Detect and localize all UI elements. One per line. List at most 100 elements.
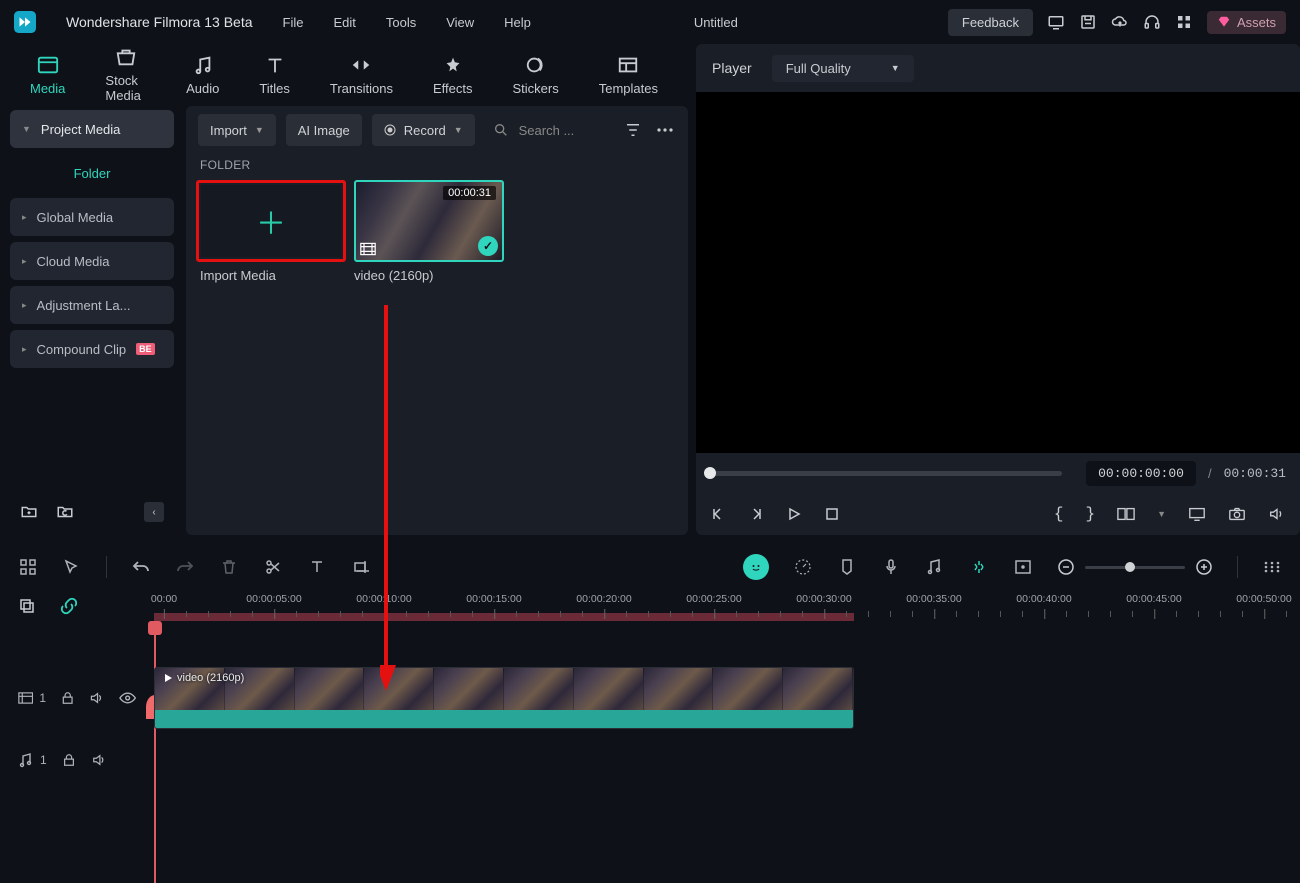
timeline-ruler[interactable]: 00:0000:00:05:0000:00:10:0000:00:15:0000… [154, 589, 1300, 623]
ai-face-icon[interactable] [743, 554, 769, 580]
sidebar-global-media[interactable]: ▸ Global Media [10, 198, 174, 236]
link-icon[interactable] [60, 597, 78, 615]
play-button[interactable] [786, 506, 802, 522]
timeline-tracks[interactable]: 00:0000:00:05:0000:00:10:0000:00:15:0000… [154, 589, 1300, 791]
sidebar-cloud-media[interactable]: ▸ Cloud Media [10, 242, 174, 280]
layout-icon[interactable] [18, 557, 38, 577]
more-icon[interactable] [654, 119, 676, 141]
sidebar-adjustment-layer[interactable]: ▸ Adjustment La... [10, 286, 174, 324]
stop-button[interactable] [824, 506, 840, 522]
import-label: Import [210, 123, 247, 138]
zoom-control [1057, 558, 1213, 576]
cursor-select-icon[interactable] [62, 557, 82, 577]
display-icon[interactable] [1188, 506, 1206, 522]
stickers-icon [525, 55, 547, 75]
sidebar-compound-clip[interactable]: ▸ Compound Clip BE [10, 330, 174, 368]
tab-titles[interactable]: Titles [259, 55, 290, 96]
cloud-upload-icon[interactable] [1111, 13, 1129, 31]
chevron-down-icon[interactable]: ▼ [1157, 509, 1166, 519]
preview-canvas[interactable] [696, 92, 1300, 453]
filter-icon[interactable] [622, 119, 644, 141]
headphones-icon[interactable] [1143, 13, 1161, 31]
preview-scrubber: 00:00:00:00 / 00:00:31 [696, 453, 1300, 493]
media-search[interactable]: Search ... [485, 122, 612, 138]
visibility-icon[interactable] [119, 692, 136, 704]
tab-effects[interactable]: Effects [433, 55, 473, 96]
lock-icon[interactable] [60, 691, 75, 705]
import-media-tile[interactable]: ＋ Import Media [196, 180, 346, 283]
tab-transitions[interactable]: Transitions [330, 55, 393, 96]
menu-file[interactable]: File [283, 15, 304, 30]
quality-dropdown[interactable]: Full Quality ▼ [772, 55, 914, 82]
audio-mixer-icon[interactable] [925, 557, 945, 577]
audio-track-icon[interactable] [18, 752, 34, 768]
checkmark-icon: ✓ [478, 236, 498, 256]
mic-icon[interactable] [881, 557, 901, 577]
duplicate-icon[interactable] [18, 597, 36, 615]
video-track-icon[interactable] [18, 691, 33, 705]
view-mode-icon[interactable] [1262, 557, 1282, 577]
main-tabs: Media Stock Media Audio Titles Transitio… [0, 44, 688, 106]
tab-stock-label: Stock Media [105, 73, 146, 103]
import-dropdown[interactable]: Import ▼ [198, 114, 276, 146]
crop-tool-icon[interactable] [351, 557, 371, 577]
sidebar-project-media[interactable]: ▼ Project Media [10, 110, 174, 148]
delete-button[interactable] [219, 557, 239, 577]
zoom-slider[interactable] [1085, 566, 1185, 569]
media-clip-tile[interactable]: 00:00:31 ✓ video (2160p) [354, 180, 504, 283]
assets-button[interactable]: Assets [1207, 11, 1286, 34]
menu-help[interactable]: Help [504, 15, 531, 30]
lock-icon[interactable] [61, 753, 77, 767]
split-button[interactable] [263, 557, 283, 577]
ai-image-button[interactable]: AI Image [286, 114, 362, 146]
collapse-sidebar-button[interactable]: ‹ [144, 502, 164, 522]
record-dropdown[interactable]: Record ▼ [372, 114, 475, 146]
refresh-folder-icon[interactable] [56, 503, 74, 521]
prev-frame-button[interactable] [710, 506, 726, 522]
frame-icon[interactable] [1013, 557, 1033, 577]
tab-templates-label: Templates [599, 81, 658, 96]
audio-icon [192, 55, 214, 75]
menu-tools[interactable]: Tools [386, 15, 416, 30]
speed-icon[interactable] [793, 557, 813, 577]
mark-out-button[interactable]: } [1085, 505, 1095, 523]
next-frame-button[interactable] [748, 506, 764, 522]
media-sidebar: ▼ Project Media Folder ▸ Global Media ▸ … [4, 106, 180, 535]
text-tool-icon[interactable] [307, 557, 327, 577]
mute-icon[interactable] [89, 691, 104, 705]
volume-icon[interactable] [1268, 506, 1286, 522]
device-icon[interactable] [1047, 13, 1065, 31]
undo-button[interactable] [131, 557, 151, 577]
audio-track-lane[interactable] [154, 729, 1300, 791]
marker-icon[interactable] [837, 557, 857, 577]
zoom-knob[interactable] [1125, 562, 1135, 572]
tab-stickers[interactable]: Stickers [513, 55, 559, 96]
sidebar-folder[interactable]: Folder [10, 154, 174, 192]
titles-icon [264, 55, 286, 75]
zoom-in-button[interactable] [1195, 558, 1213, 576]
redo-button[interactable] [175, 557, 195, 577]
save-icon[interactable] [1079, 13, 1097, 31]
transitions-icon [350, 55, 372, 75]
sidebar-item-label: Compound Clip [37, 342, 127, 357]
timeline-video-clip[interactable]: video (2160p) [154, 667, 854, 729]
compare-view-icon[interactable] [1117, 506, 1135, 522]
zoom-out-button[interactable] [1057, 558, 1075, 576]
auto-beat-icon[interactable] [969, 557, 989, 577]
scrub-track[interactable] [710, 471, 1062, 476]
tab-media[interactable]: Media [30, 55, 65, 96]
feedback-button[interactable]: Feedback [948, 9, 1033, 36]
templates-icon [617, 55, 639, 75]
video-track-lane[interactable]: video (2160p) [154, 667, 1300, 729]
tab-audio[interactable]: Audio [186, 55, 219, 96]
new-folder-icon[interactable] [20, 503, 38, 521]
mute-icon[interactable] [91, 753, 107, 767]
scrub-knob[interactable] [704, 467, 716, 479]
snapshot-icon[interactable] [1228, 506, 1246, 522]
tab-templates[interactable]: Templates [599, 55, 658, 96]
menu-view[interactable]: View [446, 15, 474, 30]
mark-in-button[interactable]: { [1054, 505, 1064, 523]
apps-grid-icon[interactable] [1175, 13, 1193, 31]
tab-stock-media[interactable]: Stock Media [105, 47, 146, 103]
menu-edit[interactable]: Edit [333, 15, 355, 30]
